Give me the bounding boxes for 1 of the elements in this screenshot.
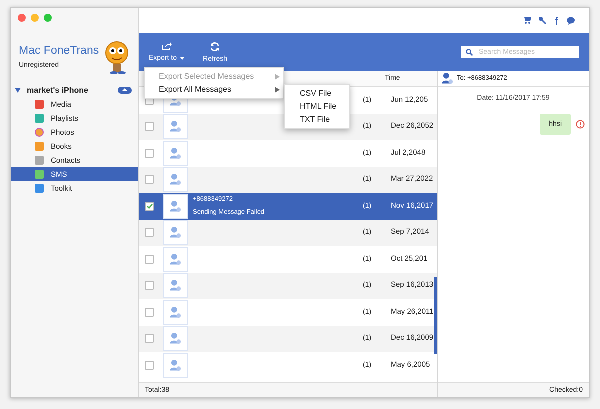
app-name: Mac FoneTrans: [19, 45, 100, 57]
